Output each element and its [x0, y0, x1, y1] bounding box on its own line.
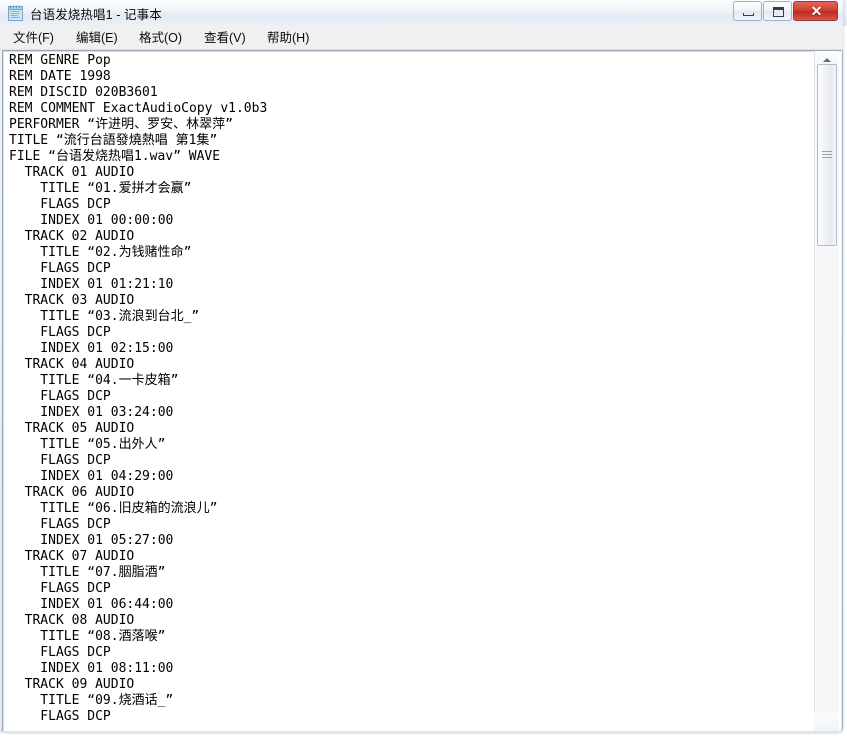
scrollbar-grip-icon [822, 151, 832, 159]
menu-item-edit[interactable]: 编辑(E) [71, 29, 123, 47]
minimize-button[interactable] [733, 1, 762, 21]
menu-item-file[interactable]: 文件(F) [8, 29, 59, 47]
minimize-icon [743, 13, 754, 16]
maximize-icon [773, 7, 784, 17]
window-title: 台语发烧热唱1 - 记事本 [30, 8, 162, 22]
vertical-scrollbar-thumb[interactable] [817, 64, 837, 246]
notepad-icon [8, 5, 23, 21]
vertical-scrollbar[interactable] [814, 51, 839, 731]
text-editor-area[interactable]: REM GENRE Pop REM DATE 1998 REM DISCID 0… [2, 50, 841, 731]
menu-item-format[interactable]: 格式(O) [134, 29, 187, 47]
menu-item-help[interactable]: 帮助(H) [262, 29, 314, 47]
menu-bar: 文件(F) 编辑(E) 格式(O) 查看(V) 帮助(H) [0, 27, 843, 50]
close-button[interactable]: ✕ [793, 1, 838, 21]
notepad-window: 台语发烧热唱1 - 记事本 ✕ 文件(F) 编辑(E) 格式(O) 查看(V) … [0, 0, 843, 733]
close-icon: ✕ [810, 3, 823, 19]
menu-item-view[interactable]: 查看(V) [199, 29, 251, 47]
scrollbar-corner [814, 713, 839, 731]
maximize-button[interactable] [763, 1, 792, 21]
cue-sheet-text[interactable]: REM GENRE Pop REM DATE 1998 REM DISCID 0… [9, 53, 809, 725]
title-bar[interactable]: 台语发烧热唱1 - 记事本 ✕ [0, 0, 843, 28]
chevron-up-icon [823, 58, 831, 62]
window-bottom-edge [0, 731, 843, 733]
